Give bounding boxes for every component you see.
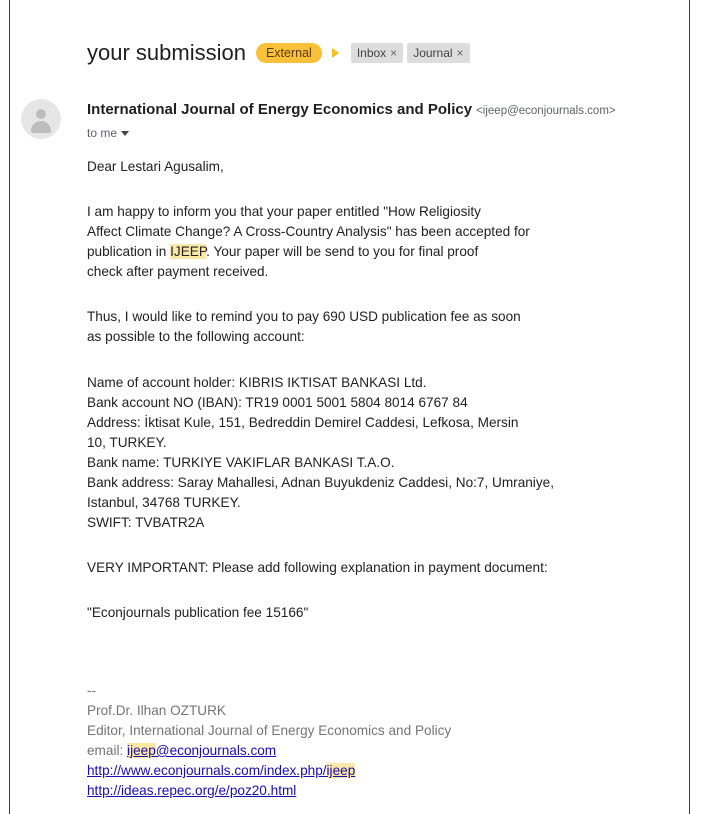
body-line: check after payment received. — [87, 264, 269, 279]
sender-avatar[interactable] — [21, 99, 61, 139]
person-icon-head — [36, 109, 46, 119]
body-line: publication in IJEEP. Your paper will be… — [87, 242, 478, 261]
sender-line: International Journal of Energy Economic… — [87, 101, 616, 118]
journal-site-link[interactable]: http://www.econjournals.com/index.php/ij… — [87, 761, 356, 780]
body-line: Thus, I would like to remind you to pay … — [87, 309, 521, 324]
search-highlight[interactable]: ijeep — [326, 763, 356, 778]
account-line: Address: İktisat Kule, 151, Bedreddin De… — [87, 415, 519, 430]
important-note: VERY IMPORTANT: Please add following exp… — [87, 560, 548, 575]
person-icon-body — [31, 121, 51, 133]
label-chip-inbox[interactable]: Inbox × — [350, 43, 404, 63]
repec-link[interactable]: http://ideas.repec.org/e/poz20.html — [87, 781, 296, 800]
link-text[interactable]: http://ideas.repec.org/e/poz20.html — [87, 783, 296, 798]
account-line: SWIFT: TVBATR2A — [87, 515, 205, 530]
external-label: External — [255, 43, 322, 63]
remove-inbox-label-icon[interactable]: × — [390, 46, 397, 60]
sender-name[interactable]: International Journal of Energy Economic… — [87, 101, 472, 118]
signature-title: Editor, International Journal of Energy … — [87, 723, 452, 738]
signature-name: Prof.Dr. Ilhan OZTURK — [87, 703, 226, 718]
email-subject: your submission — [87, 40, 246, 65]
recipient-text: to me — [87, 126, 118, 140]
sender-email: <ijeep@econjournals.com> — [476, 105, 616, 117]
importance-marker-icon[interactable] — [331, 48, 339, 58]
window-border-right — [689, 0, 690, 814]
body-text: publication in — [87, 244, 171, 259]
chevron-down-icon[interactable] — [121, 131, 130, 137]
greeting: Dear Lestari Agusalim, — [87, 159, 224, 174]
account-line: Bank address: Saray Mahallesi, Adnan Buy… — [87, 475, 554, 490]
subject-row: your submission External Inbox × Journal × — [87, 38, 474, 68]
account-line: 10, TURKEY. — [87, 435, 167, 450]
label-chip-inbox-text: Inbox — [356, 46, 387, 60]
signature-email-link[interactable]: ijeep@econjournals.com — [127, 743, 276, 758]
window-border-left — [9, 0, 10, 814]
payment-reference: "Econjournals publication fee 15166" — [87, 605, 309, 620]
label-chip-journal[interactable]: Journal × — [407, 43, 470, 63]
link-text: @econjournals.com — [155, 743, 277, 758]
body-line: Affect Climate Change? A Cross-Country A… — [87, 224, 530, 239]
body-line: as possible to the following account: — [87, 329, 305, 344]
remove-journal-label-icon[interactable]: × — [457, 46, 464, 60]
account-line: Bank name: TURKIYE VAKIFLAR BANKASI T.A.… — [87, 455, 395, 470]
signature-separator: -- — [87, 683, 97, 698]
account-line: Bank account NO (IBAN): TR19 0001 5001 5… — [87, 395, 468, 410]
signature-email-label: email: — [87, 743, 128, 758]
body-text: . Your paper will be send to you for fin… — [206, 244, 479, 259]
body-line: I am happy to inform you that your paper… — [87, 204, 481, 219]
account-line: Name of account holder: KIBRIS IKTISAT B… — [87, 375, 427, 390]
account-line: Istanbul, 34768 TURKEY. — [87, 495, 241, 510]
search-highlight: IJEEP — [170, 244, 207, 259]
search-highlight: ijeep — [127, 743, 156, 758]
signature-email-line: email: ijeep@econjournals.com — [87, 741, 276, 760]
label-chip-journal-text: Journal — [413, 46, 453, 60]
link-text[interactable]: http://www.econjournals.com/index.php/ — [87, 763, 327, 778]
recipient-details-toggle[interactable]: to me — [87, 126, 130, 140]
